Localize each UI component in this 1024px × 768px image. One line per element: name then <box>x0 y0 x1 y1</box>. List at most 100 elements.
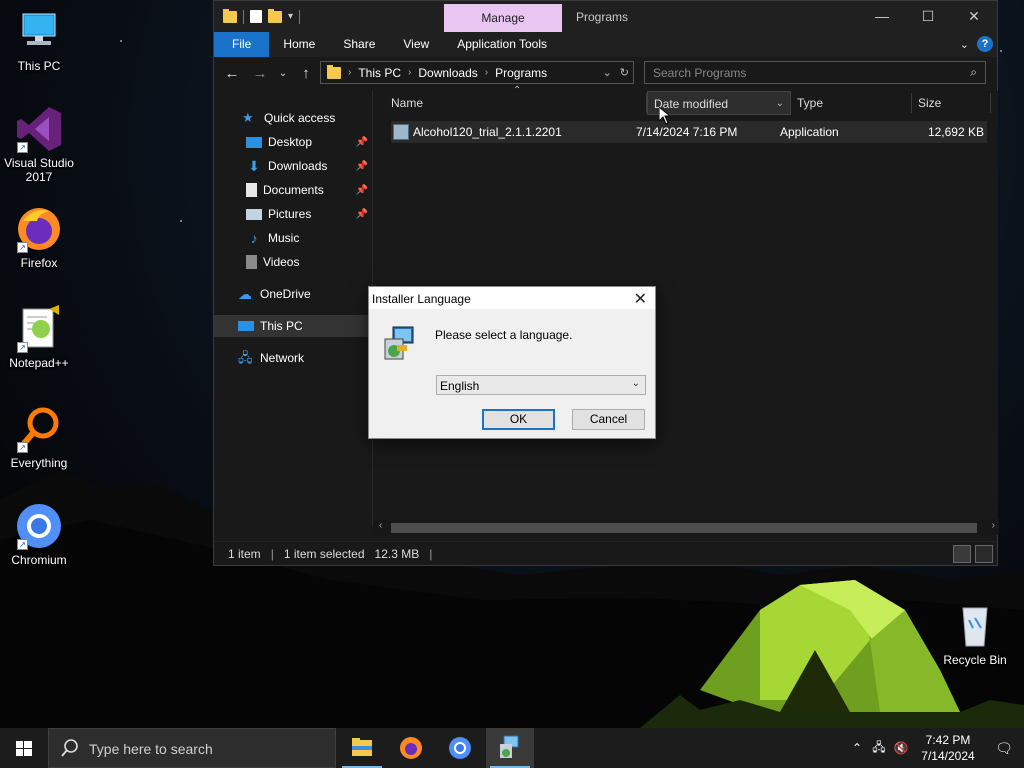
window-controls: — ☐ ✕ <box>859 1 997 31</box>
shortcut-arrow-icon: ↗ <box>17 539 28 550</box>
pin-icon[interactable]: 📌 <box>356 209 368 220</box>
nav-label: Music <box>268 231 300 245</box>
volume-muted-icon[interactable]: 🔇 <box>890 741 912 755</box>
taskbar-installer[interactable] <box>486 728 534 768</box>
nav-label: Desktop <box>268 135 313 149</box>
cloud-icon: ☁ <box>238 286 252 302</box>
search-input[interactable]: Search Programs ⌕ <box>644 61 986 84</box>
tab-view[interactable]: View <box>389 32 443 57</box>
address-dropdown-icon[interactable]: ⌄ <box>603 66 612 79</box>
taskbar-firefox[interactable] <box>387 728 435 768</box>
desktop-icon-recycle-bin[interactable]: Recycle Bin <box>937 602 1013 667</box>
scrollbar-thumb[interactable] <box>391 523 977 533</box>
sort-ascending-icon: ⌃ <box>513 85 522 96</box>
start-button[interactable] <box>0 728 48 768</box>
horizontal-scrollbar[interactable]: ‹ › <box>373 519 999 535</box>
ok-button[interactable]: OK <box>482 409 555 430</box>
status-selected: 1 item selected <box>283 546 365 561</box>
desktop-icon-this-pc[interactable]: This PC <box>1 8 77 73</box>
nav-this-pc[interactable]: This PC <box>214 315 372 337</box>
desktop-icon-label: Everything <box>10 456 68 470</box>
nav-desktop[interactable]: Desktop 📌 <box>214 131 372 153</box>
close-button[interactable]: ✕ <box>951 1 997 31</box>
desktop-icon-label: This PC <box>17 59 61 73</box>
taskbar-search-box[interactable]: Type here to search <box>48 728 336 768</box>
desktop-icon-label: Chromium <box>11 553 67 567</box>
computer-icon <box>238 321 254 331</box>
tab-share[interactable]: Share <box>329 32 389 57</box>
chevron-right-icon: › <box>408 67 412 78</box>
search-icon: ⌕ <box>970 65 977 79</box>
nav-documents[interactable]: Documents 📌 <box>214 179 372 201</box>
scroll-right-icon[interactable]: › <box>992 520 995 531</box>
nav-network[interactable]: 🖧 Network <box>214 347 372 369</box>
desktop-icon-everything[interactable]: ↗ Everything <box>1 405 77 470</box>
network-icon[interactable]: 🖧 <box>868 738 890 759</box>
column-header-type[interactable]: Type <box>797 91 907 115</box>
network-icon: 🖧 <box>238 350 253 365</box>
nav-label: OneDrive <box>260 287 311 301</box>
expand-ribbon-icon[interactable]: ⌄ <box>960 38 969 51</box>
everything-search-icon: ↗ <box>15 405 63 453</box>
desktop-icon-label: Firefox <box>20 256 58 270</box>
taskbar-file-explorer[interactable] <box>338 728 386 768</box>
address-bar[interactable]: › This PC › Downloads › Programs ⌄ ↻ <box>320 61 634 84</box>
column-header-size[interactable]: Size <box>918 91 988 115</box>
desktop-icon-notepad-plus-plus[interactable]: ↗ Notepad++ <box>1 305 77 370</box>
scroll-left-icon[interactable]: ‹ <box>379 520 382 531</box>
details-view-icon[interactable] <box>953 545 971 563</box>
clock-date: 7/14/2024 <box>921 749 975 763</box>
nav-onedrive[interactable]: ☁ OneDrive <box>214 283 372 305</box>
clock[interactable]: 7:42 PM 7/14/2024 <box>912 732 984 764</box>
minimize-button[interactable]: — <box>859 1 905 31</box>
nav-music[interactable]: ♪ Music <box>214 227 372 249</box>
large-icons-view-icon[interactable] <box>975 545 993 563</box>
selected-language: English <box>440 379 480 393</box>
help-icon[interactable]: ? <box>977 36 993 52</box>
nav-downloads[interactable]: ⬇ Downloads 📌 <box>214 155 372 177</box>
clock-time: 7:42 PM <box>925 733 971 747</box>
file-size: 12,692 KB <box>927 125 984 139</box>
notification-icon[interactable]: 🗨 <box>984 740 1024 757</box>
nav-label: Downloads <box>268 159 328 173</box>
breadcrumb-downloads[interactable]: Downloads <box>418 66 477 80</box>
pin-icon[interactable]: 📌 <box>356 161 368 172</box>
pin-icon[interactable]: 📌 <box>356 185 368 196</box>
tab-application-tools[interactable]: Application Tools <box>443 32 561 57</box>
file-row[interactable]: Alcohol120_trial_2.1.1.2201 7/14/2024 7:… <box>391 121 987 143</box>
tab-manage[interactable]: Manage <box>444 4 562 32</box>
folder-icon <box>223 8 237 23</box>
language-select[interactable]: English ⌄ <box>436 375 646 395</box>
properties-icon[interactable] <box>250 10 262 23</box>
desktop-icon-chromium[interactable]: ↗ Chromium <box>1 502 77 567</box>
nav-quick-access[interactable]: ★ Quick access <box>214 107 372 129</box>
refresh-icon[interactable]: ↻ <box>620 66 629 79</box>
nav-pictures[interactable]: Pictures 📌 <box>214 203 372 225</box>
desktop-icon <box>246 136 262 148</box>
forward-arrow-icon[interactable]: → <box>248 62 272 86</box>
breadcrumb-programs[interactable]: Programs <box>495 66 547 80</box>
recent-locations-chevron-icon[interactable]: ⌄ <box>276 62 290 86</box>
video-icon <box>246 255 257 269</box>
system-tray: ⌃ 🖧 🔇 7:42 PM 7/14/2024 🗨 <box>846 728 1024 768</box>
file-type: Application <box>780 125 839 139</box>
taskbar-chromium[interactable] <box>436 728 484 768</box>
tab-file[interactable]: File <box>214 32 270 57</box>
customize-toolbar-icon[interactable]: ▾ <box>288 11 293 22</box>
close-icon[interactable]: ✕ <box>634 289 647 309</box>
back-arrow-icon[interactable]: ← <box>220 62 244 86</box>
desktop-icon-visual-studio[interactable]: ↗ Visual Studio 2017 <box>1 105 77 184</box>
file-name: Alcohol120_trial_2.1.1.2201 <box>413 125 562 139</box>
desktop-icon-firefox[interactable]: ↗ Firefox <box>1 205 77 270</box>
up-arrow-icon[interactable]: ↑ <box>294 62 318 86</box>
show-hidden-icons-chevron-icon[interactable]: ⌃ <box>846 741 868 755</box>
breadcrumb-this-pc[interactable]: This PC <box>358 66 401 80</box>
new-folder-icon[interactable] <box>268 8 282 23</box>
status-item-count: 1 item <box>228 546 261 561</box>
maximize-button[interactable]: ☐ <box>905 1 951 31</box>
pin-icon[interactable]: 📌 <box>356 137 368 148</box>
nav-videos[interactable]: Videos <box>214 251 372 273</box>
nav-label: Network <box>260 351 305 365</box>
tab-home[interactable]: Home <box>269 32 329 57</box>
cancel-button[interactable]: Cancel <box>572 409 645 430</box>
